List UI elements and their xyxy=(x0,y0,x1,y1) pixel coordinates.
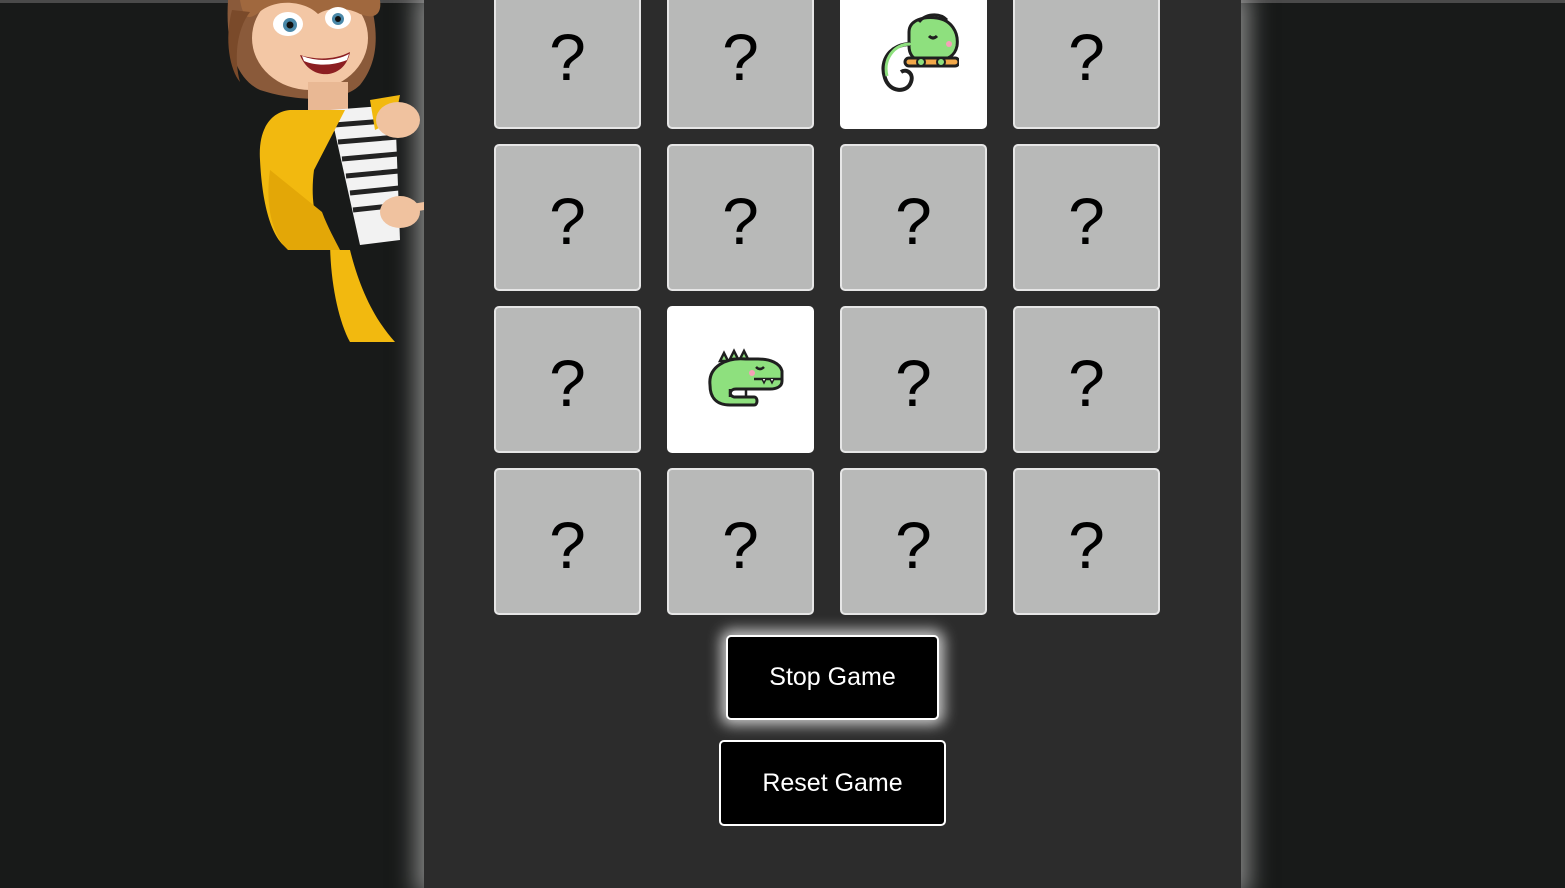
memory-card[interactable]: ? xyxy=(667,468,814,615)
memory-card[interactable]: ? xyxy=(667,144,814,291)
memory-card[interactable]: ? xyxy=(494,468,641,615)
question-mark: ? xyxy=(895,183,932,258)
chameleon-icon xyxy=(881,13,959,92)
card-grid: ? ? ? ? ? ? ? ? ? ? ? ? ? ? xyxy=(494,0,1160,615)
question-mark: ? xyxy=(722,183,759,258)
question-mark: ? xyxy=(1068,345,1105,420)
cartoon-character-image xyxy=(210,0,425,342)
question-mark: ? xyxy=(549,507,586,582)
question-mark: ? xyxy=(895,507,932,582)
memory-card[interactable]: ? xyxy=(840,468,987,615)
question-mark: ? xyxy=(549,20,586,94)
memory-card[interactable]: ? xyxy=(840,144,987,291)
memory-card-revealed[interactable] xyxy=(667,306,814,453)
reset-game-button[interactable]: Reset Game xyxy=(719,740,946,826)
memory-card[interactable]: ? xyxy=(667,0,814,129)
question-mark: ? xyxy=(1068,183,1105,258)
memory-card[interactable]: ? xyxy=(494,144,641,291)
memory-card[interactable]: ? xyxy=(1013,0,1160,129)
memory-card[interactable]: ? xyxy=(1013,468,1160,615)
memory-card[interactable]: ? xyxy=(840,306,987,453)
memory-card[interactable]: ? xyxy=(494,0,641,129)
question-mark: ? xyxy=(722,507,759,582)
question-mark: ? xyxy=(1068,507,1105,582)
memory-card[interactable]: ? xyxy=(494,306,641,453)
question-mark: ? xyxy=(549,183,586,258)
question-mark: ? xyxy=(722,20,759,94)
memory-card[interactable]: ? xyxy=(1013,306,1160,453)
question-mark: ? xyxy=(1068,20,1105,94)
crocodile-icon xyxy=(707,347,783,406)
question-mark: ? xyxy=(549,345,586,420)
memory-card-revealed[interactable] xyxy=(840,0,987,129)
stop-game-button[interactable]: Stop Game xyxy=(726,635,939,720)
memory-card[interactable]: ? xyxy=(1013,144,1160,291)
question-mark: ? xyxy=(895,345,932,420)
